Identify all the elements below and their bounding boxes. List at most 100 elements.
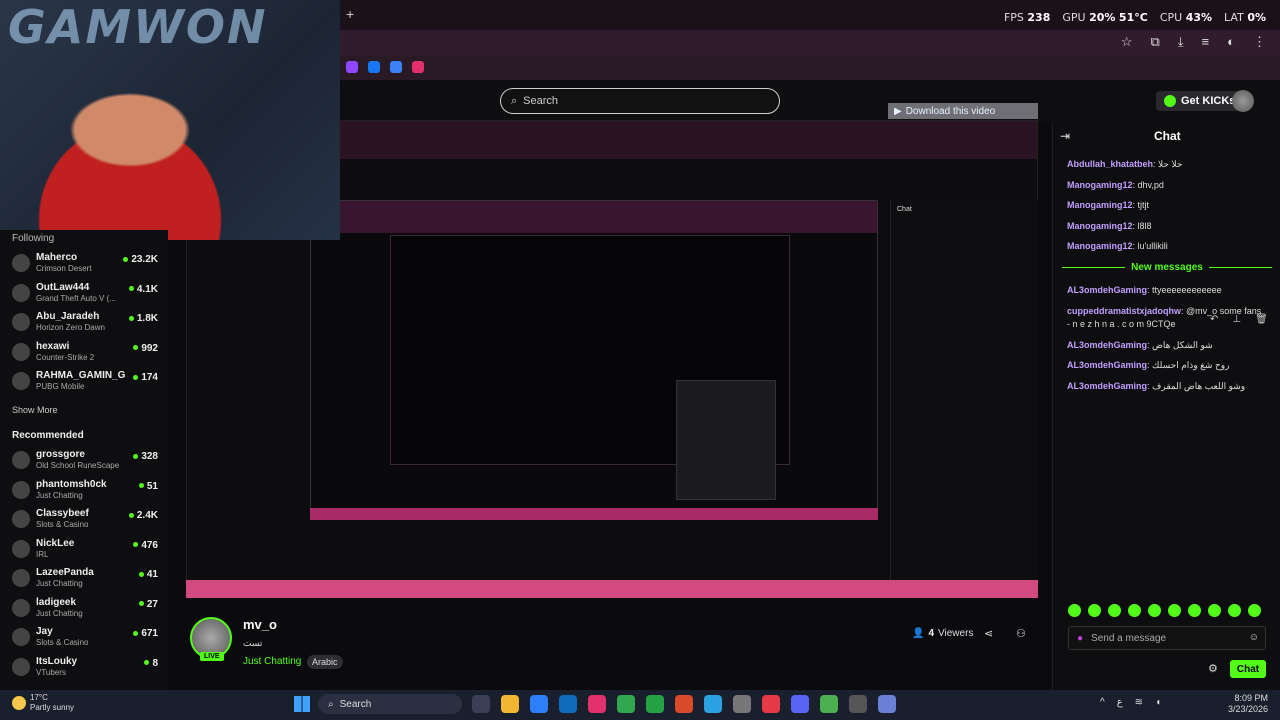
media-icon[interactable]: ≡ bbox=[1202, 34, 1210, 50]
wifi-icon[interactable]: ≋ bbox=[1135, 697, 1143, 708]
edge-icon[interactable] bbox=[530, 695, 548, 713]
vpn-icon[interactable] bbox=[878, 695, 896, 713]
telegram-icon[interactable] bbox=[704, 695, 722, 713]
emote-icon[interactable] bbox=[1228, 604, 1241, 617]
extensions-icon[interactable]: ⧉ bbox=[1151, 34, 1160, 50]
emote-icon[interactable] bbox=[1248, 604, 1261, 617]
channel-row[interactable]: grossgore Old School RuneScape 328 bbox=[12, 449, 162, 477]
channel-category: Crimson Desert bbox=[36, 264, 92, 273]
user-avatar[interactable] bbox=[1232, 90, 1254, 112]
emote-icon[interactable] bbox=[1168, 604, 1181, 617]
channel-row[interactable]: LazeePanda Just Chatting 41 bbox=[12, 567, 162, 595]
channel-avatar bbox=[12, 313, 30, 331]
collapse-chat-icon[interactable]: ⇥ bbox=[1060, 129, 1070, 143]
twitch-bookmark-icon[interactable] bbox=[346, 61, 358, 73]
store-icon[interactable] bbox=[559, 695, 577, 713]
pin-icon[interactable]: ⊥ bbox=[1232, 314, 1241, 325]
chat-message[interactable]: Manogaming12: l8l8 bbox=[1067, 220, 1272, 232]
chat-message[interactable]: Manogaming12: tjtjt bbox=[1067, 199, 1272, 211]
chat-username[interactable]: Manogaming12 bbox=[1067, 221, 1133, 231]
chat-message[interactable]: AL3omdehGaming: ttyeeeeeeeeeeee bbox=[1067, 284, 1272, 296]
menu-icon[interactable]: ⋮ bbox=[1253, 34, 1266, 50]
chat-username[interactable]: AL3omdehGaming bbox=[1067, 360, 1147, 370]
chat-input[interactable]: ● Send a message ☺ bbox=[1068, 626, 1266, 650]
chevron-up-icon[interactable]: ^ bbox=[1100, 697, 1105, 708]
new-tab-button[interactable]: + bbox=[346, 6, 354, 22]
chat-send-button[interactable]: Chat bbox=[1230, 660, 1266, 678]
category-link[interactable]: Just Chatting bbox=[243, 656, 301, 667]
microphone-app-icon[interactable] bbox=[762, 695, 780, 713]
settings-icon[interactable] bbox=[733, 695, 751, 713]
channel-row[interactable]: hexawi Counter-Strike 2 992 bbox=[12, 341, 162, 369]
share-icon[interactable]: ⋖ bbox=[984, 627, 993, 640]
channel-row[interactable]: OutLaw444 Grand Theft Auto V (... 4.1K bbox=[12, 282, 162, 310]
channel-row[interactable]: Classybeef Slots & Casino 2.4K bbox=[12, 508, 162, 536]
chat-username[interactable]: Manogaming12 bbox=[1067, 241, 1133, 251]
browser-icon[interactable] bbox=[820, 695, 838, 713]
windows-start-icon[interactable] bbox=[294, 696, 310, 712]
instagram-bookmark-icon[interactable] bbox=[412, 61, 424, 73]
discord-icon[interactable] bbox=[791, 695, 809, 713]
volume-icon[interactable]: ◖ bbox=[1155, 697, 1161, 708]
microphone-icon[interactable]: ● bbox=[1077, 633, 1083, 644]
reply-icon[interactable]: ↶ bbox=[1210, 314, 1218, 325]
facebook-bookmark-icon[interactable] bbox=[368, 61, 380, 73]
instagram-icon[interactable] bbox=[588, 695, 606, 713]
emote-icon[interactable] bbox=[1208, 604, 1221, 617]
chat-message[interactable]: AL3omdehGaming: روح شغ وذام احسلك bbox=[1067, 359, 1272, 371]
chat-username[interactable]: AL3omdehGaming bbox=[1067, 381, 1147, 391]
language-tag[interactable]: Arabic bbox=[307, 655, 343, 669]
taskbar-search[interactable]: ⌕ Search bbox=[318, 694, 462, 714]
chat-username[interactable]: AL3omdehGaming bbox=[1067, 340, 1147, 350]
channel-row[interactable]: Abu_Jaradeh Horizon Zero Dawn 1.8K bbox=[12, 311, 162, 339]
keyboard-language-icon[interactable]: ع bbox=[1117, 697, 1123, 708]
chat-message[interactable]: Abdullah_khatatbeh: حلا حلا bbox=[1067, 158, 1272, 170]
chat-username[interactable]: Manogaming12 bbox=[1067, 200, 1133, 210]
channel-row[interactable]: ladigeek Just Chatting 27 bbox=[12, 597, 162, 625]
chat-username[interactable]: Manogaming12 bbox=[1067, 180, 1133, 190]
messenger-bookmark-icon[interactable] bbox=[390, 61, 402, 73]
channel-row[interactable]: phantomsh0ck Just Chatting 51 bbox=[12, 479, 162, 507]
delete-icon[interactable]: 🗑 bbox=[1255, 314, 1268, 325]
chat-username[interactable]: cuppeddramatistxjadoqhw bbox=[1067, 306, 1181, 316]
minecraft-icon[interactable] bbox=[646, 695, 664, 713]
bookmark-star-icon[interactable]: ☆ bbox=[1121, 34, 1133, 50]
download-icon[interactable]: ⤓ bbox=[1178, 34, 1184, 50]
emote-icon[interactable] bbox=[1068, 604, 1081, 617]
search-input[interactable]: ⌕ Search bbox=[500, 88, 780, 114]
channel-row[interactable]: ItsLouky VTubers 8 bbox=[12, 656, 162, 684]
show-more-link[interactable]: Show More bbox=[12, 405, 58, 415]
streamer-name[interactable]: mv_o bbox=[243, 617, 277, 632]
chat-message[interactable]: AL3omdehGaming: شو الشكل هاض bbox=[1067, 339, 1272, 351]
chat-username[interactable]: Abdullah_khatatbeh bbox=[1067, 159, 1153, 169]
chat-message[interactable]: Manogaming12: dhv,pd bbox=[1067, 179, 1272, 191]
task-view-icon[interactable] bbox=[472, 695, 490, 713]
chat-message[interactable]: AL3omdehGaming: وشو اللعب هاض المقرف bbox=[1067, 380, 1272, 392]
chrome-icon[interactable] bbox=[617, 695, 635, 713]
profile-icon[interactable]: ◐ bbox=[1227, 34, 1235, 50]
cpu-value: 43% bbox=[1185, 11, 1213, 24]
download-video-banner[interactable]: ▶ Download this video bbox=[888, 103, 1038, 119]
emote-icon[interactable] bbox=[1148, 604, 1161, 617]
emote-icon[interactable] bbox=[1088, 604, 1101, 617]
file-explorer-icon[interactable] bbox=[501, 695, 519, 713]
taskbar-clock[interactable]: 8:09 PM 3/23/2026 bbox=[1218, 693, 1268, 715]
emoji-icon[interactable]: ☺ bbox=[1249, 632, 1259, 643]
channel-viewers: 41 bbox=[139, 569, 158, 580]
channel-row[interactable]: RAHMA_GAMIN_G PUBG Mobile 174 bbox=[12, 370, 162, 398]
channel-row[interactable]: Maherco Crimson Desert 23.2K bbox=[12, 252, 162, 280]
terminal-icon[interactable] bbox=[849, 695, 867, 713]
chat-username[interactable]: AL3omdehGaming bbox=[1067, 285, 1147, 295]
emote-icon[interactable] bbox=[1188, 604, 1201, 617]
emote-icon[interactable] bbox=[1108, 604, 1121, 617]
chat-message[interactable]: Manogaming12: lu'ullikili bbox=[1067, 240, 1272, 252]
channel-row[interactable]: Jay Slots & Casino 671 bbox=[12, 626, 162, 654]
follow-icon[interactable]: ⚇ bbox=[1016, 627, 1026, 640]
emote-icon[interactable] bbox=[1128, 604, 1141, 617]
channel-row[interactable]: NickLee IRL 476 bbox=[12, 538, 162, 566]
new-messages-divider[interactable]: New messages bbox=[1062, 262, 1272, 273]
chat-settings-icon[interactable]: ⚙ bbox=[1208, 662, 1218, 675]
get-kicks-button[interactable]: Get KICKs bbox=[1156, 91, 1244, 111]
weather-widget[interactable]: 17°C Partly sunny bbox=[12, 693, 74, 713]
brave-icon[interactable] bbox=[675, 695, 693, 713]
